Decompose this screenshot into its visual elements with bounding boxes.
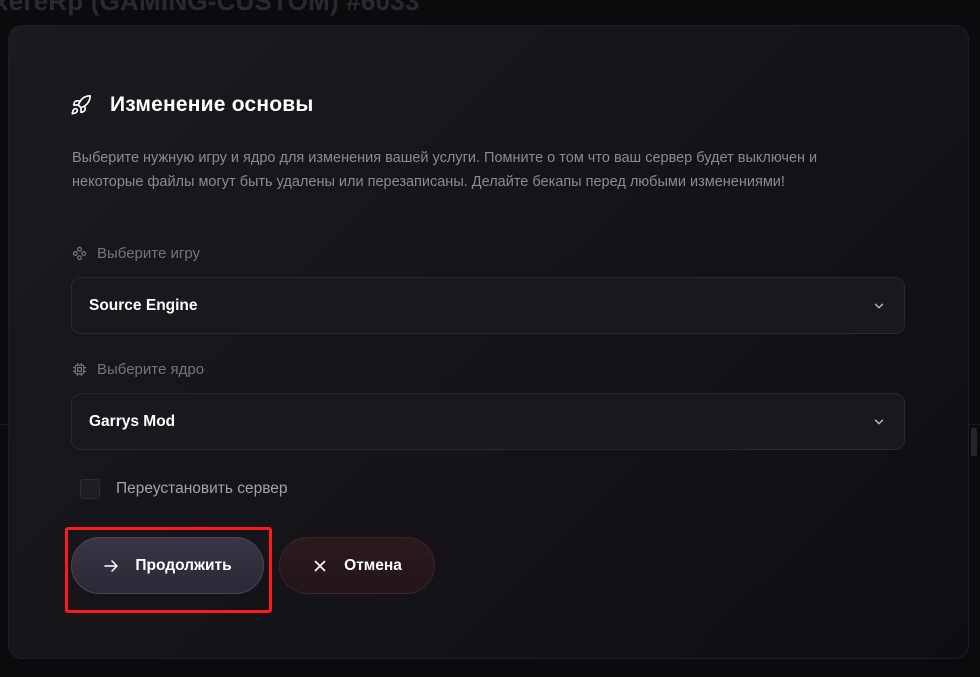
game-select[interactable]: Source Engine [71,277,905,334]
core-select-label: Выберите ядро [72,361,204,378]
continue-button-label: Продолжить [135,556,232,574]
core-select-label-text: Выберите ядро [97,361,205,378]
core-select-value: Garrys Mod [89,412,176,430]
modal-header: Изменение основы [70,93,313,117]
chevron-down-icon [874,419,884,424]
background-scrollbar[interactable] [971,428,977,456]
cancel-button[interactable]: Отмена [279,537,435,594]
game-select-value: Source Engine [89,296,198,314]
reinstall-server-checkbox[interactable] [80,479,100,499]
gamepad-icon [72,246,87,261]
background-page-title: xereRp (GAMING-CUSTOM) #6033 [0,0,420,16]
close-icon [314,560,326,571]
game-select-label: Выберите игру [72,245,200,262]
reinstall-server-option[interactable]: Переустановить сервер [80,479,288,499]
modal-title: Изменение основы [110,93,314,116]
arrow-right-icon [104,559,119,572]
cancel-button-label: Отмена [344,556,402,574]
rocket-icon [70,94,92,116]
cpu-icon [72,362,87,377]
reinstall-server-label: Переустановить сервер [116,480,288,497]
change-base-modal: Изменение основы Выберите нужную игру и … [8,25,969,659]
game-select-label-text: Выберите игру [97,245,201,262]
modal-description: Выберите нужную игру и ядро для изменени… [72,150,818,190]
continue-button[interactable]: Продолжить [71,537,264,594]
core-select[interactable]: Garrys Mod [71,393,905,450]
chevron-down-icon [874,303,884,308]
